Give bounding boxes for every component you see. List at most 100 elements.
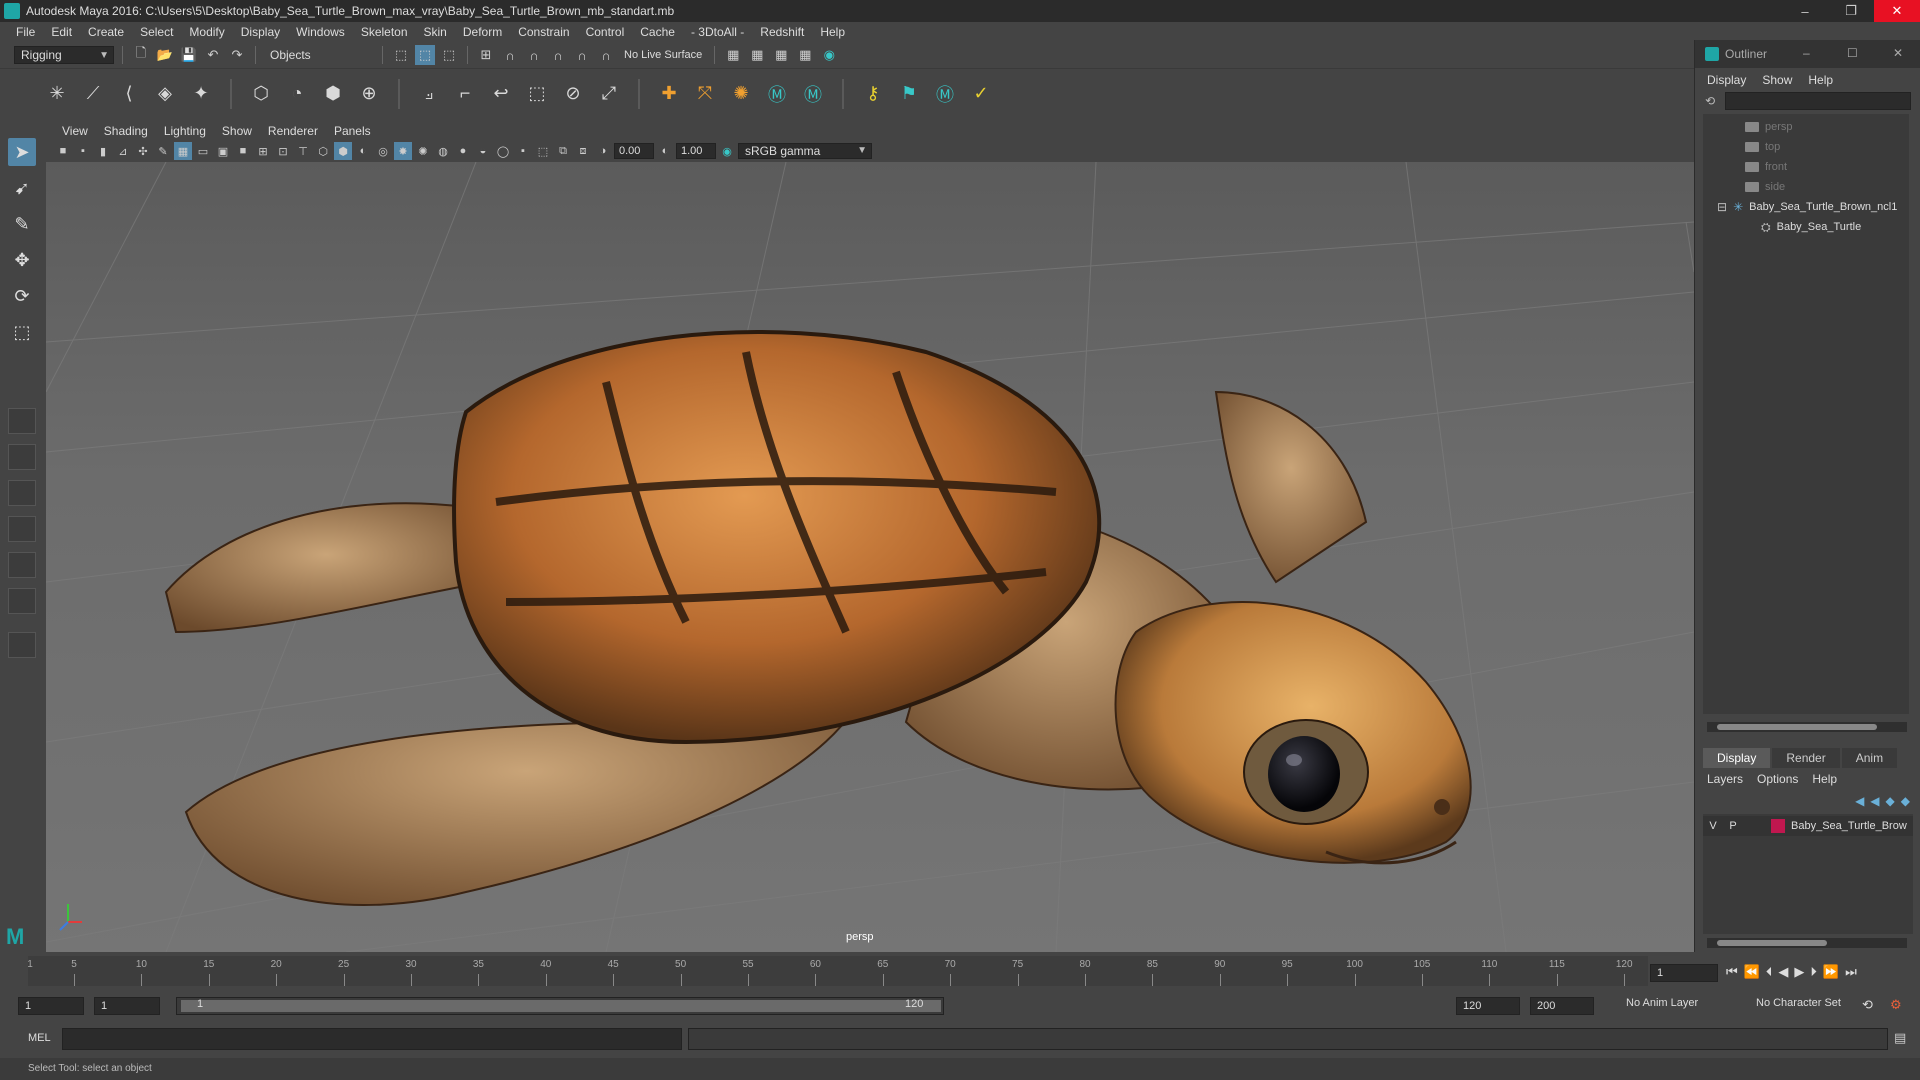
close-button[interactable]: ✕ bbox=[1874, 0, 1920, 22]
select-by-hierarchy-icon[interactable]: ⬚ bbox=[391, 45, 411, 65]
four-view-layout-icon[interactable] bbox=[8, 444, 36, 470]
menu-edit[interactable]: Edit bbox=[43, 25, 80, 39]
vp-menu-show[interactable]: Show bbox=[214, 124, 260, 138]
selection-mode-dropdown[interactable]: Objects bbox=[264, 46, 374, 64]
paint-weights-icon[interactable]: ◈ bbox=[152, 81, 178, 107]
menu-control[interactable]: Control bbox=[578, 25, 633, 39]
menu-deform[interactable]: Deform bbox=[455, 25, 510, 39]
outliner-horizontal-scrollbar[interactable] bbox=[1707, 722, 1907, 732]
command-input[interactable] bbox=[62, 1028, 682, 1050]
preferences-icon[interactable]: ⚙ bbox=[1890, 997, 1902, 1013]
menu-skin[interactable]: Skin bbox=[416, 25, 455, 39]
open-scene-icon[interactable]: 📂 bbox=[155, 45, 175, 65]
grease-pencil-icon[interactable]: ✎ bbox=[154, 142, 172, 160]
camera-icon[interactable]: ■ bbox=[54, 142, 72, 160]
vp-menu-renderer[interactable]: Renderer bbox=[260, 124, 326, 138]
outliner-item-turtle-group[interactable]: ⊟ ✳ Baby_Sea_Turtle_Brown_ncl1 bbox=[1703, 198, 1909, 216]
menu-create[interactable]: Create bbox=[80, 25, 132, 39]
menu-skeleton[interactable]: Skeleton bbox=[353, 25, 416, 39]
playback-start-field[interactable]: 1 bbox=[94, 997, 160, 1015]
outliner-close-button[interactable]: ✕ bbox=[1893, 46, 1903, 60]
script-editor-icon[interactable]: ▤ bbox=[1894, 1030, 1912, 1048]
menu-cache[interactable]: Cache bbox=[632, 25, 683, 39]
menu-windows[interactable]: Windows bbox=[288, 25, 353, 39]
ambient-occlusion-icon[interactable]: ◍ bbox=[434, 142, 452, 160]
nonlinear-icon[interactable]: ⊕ bbox=[356, 81, 382, 107]
render-view-icon[interactable]: ▦ bbox=[795, 45, 815, 65]
outliner-menu-show[interactable]: Show bbox=[1762, 73, 1800, 87]
menu-constrain[interactable]: Constrain bbox=[510, 25, 577, 39]
minimize-button[interactable]: – bbox=[1782, 0, 1828, 22]
vp-menu-view[interactable]: View bbox=[54, 124, 96, 138]
range-bar-fill[interactable] bbox=[181, 1000, 941, 1012]
mirror-weights-icon[interactable]: ⊘ bbox=[560, 81, 586, 107]
detach-skin-icon[interactable]: ⬚ bbox=[524, 81, 550, 107]
play-backward-icon[interactable]: ◀ bbox=[1778, 964, 1788, 980]
cluster-icon[interactable]: ◔ bbox=[284, 81, 310, 107]
exposure-icon[interactable]: ◑ bbox=[594, 142, 612, 160]
pose-icon[interactable]: ⚑ bbox=[896, 81, 922, 107]
outliner-search-input[interactable] bbox=[1725, 92, 1911, 110]
move-layer-up-icon[interactable]: ◀ bbox=[1855, 794, 1864, 808]
shadows-icon[interactable]: ✺ bbox=[414, 142, 432, 160]
checkmark-icon[interactable]: ✓ bbox=[968, 81, 994, 107]
tab-display[interactable]: Display bbox=[1703, 748, 1771, 768]
outliner-item-top[interactable]: top bbox=[1703, 138, 1909, 156]
2d-pan-icon[interactable]: ✣ bbox=[134, 142, 152, 160]
restore-button[interactable]: ❐ bbox=[1828, 0, 1874, 22]
menu-3dtoall[interactable]: - 3DtoAll - bbox=[683, 25, 752, 39]
new-scene-icon[interactable]: 🗋 bbox=[131, 45, 151, 65]
hik-character-icon[interactable]: Ⓜ bbox=[932, 81, 958, 107]
field-chart-icon[interactable]: ⊞ bbox=[254, 142, 272, 160]
character-icon[interactable]: Ⓜ bbox=[764, 81, 790, 107]
layer-menu-help[interactable]: Help bbox=[1812, 772, 1837, 786]
wireframe-icon[interactable]: ⬡ bbox=[314, 142, 332, 160]
go-to-end-icon[interactable]: ⏭ bbox=[1845, 964, 1857, 980]
layer-color-swatch[interactable] bbox=[1771, 819, 1785, 833]
resolution-gate-icon[interactable]: ▣ bbox=[214, 142, 232, 160]
snap-curve-icon[interactable]: ∩ bbox=[500, 45, 520, 65]
playback-end-field[interactable]: 120 bbox=[1456, 997, 1520, 1015]
redo-icon[interactable]: ↷ bbox=[227, 45, 247, 65]
outliner-menu-help[interactable]: Help bbox=[1808, 73, 1841, 87]
exposure-field[interactable]: 0.00 bbox=[614, 143, 654, 159]
character-set-icon[interactable]: Ⓜ bbox=[800, 81, 826, 107]
3d-viewport[interactable]: persp bbox=[46, 162, 1694, 952]
time-ruler[interactable]: 1 5 10 15 20 25 30 35 40 45 50 55 60 65 70 75 80 85 90 95 1… bbox=[27, 956, 1648, 986]
snap-view-icon[interactable]: ∩ bbox=[548, 45, 568, 65]
gate-mask-icon[interactable]: ■ bbox=[234, 142, 252, 160]
menu-redshift[interactable]: Redshift bbox=[752, 25, 812, 39]
ipr-render-icon[interactable]: ▦ bbox=[771, 45, 791, 65]
render-frame-icon[interactable]: ▦ bbox=[747, 45, 767, 65]
menu-select[interactable]: Select bbox=[132, 25, 181, 39]
animation-end-field[interactable]: 200 bbox=[1530, 997, 1594, 1015]
character-set-dropdown[interactable]: No Character Set bbox=[1756, 997, 1841, 1009]
range-bar[interactable]: 1 120 bbox=[176, 997, 944, 1015]
step-forward-key-icon[interactable]: ⏵ bbox=[1810, 964, 1817, 980]
menu-modify[interactable]: Modify bbox=[181, 25, 232, 39]
save-scene-icon[interactable]: 💾 bbox=[179, 45, 199, 65]
hik-icon[interactable]: ✦ bbox=[188, 81, 214, 107]
aim-constraint-icon[interactable]: ⤧ bbox=[692, 81, 718, 107]
grid-toggle-icon[interactable]: ▦ bbox=[174, 142, 192, 160]
outliner-item-turtle-mesh[interactable]: ⛭ Baby_Sea_Turtle bbox=[1703, 218, 1909, 236]
menuset-dropdown[interactable]: Rigging ▼ bbox=[14, 46, 114, 64]
undo-icon[interactable]: ↶ bbox=[203, 45, 223, 65]
create-joint-icon[interactable]: ✳ bbox=[44, 81, 70, 107]
snap-surface-icon[interactable]: ∩ bbox=[572, 45, 592, 65]
wrap-icon[interactable]: ⬢ bbox=[320, 81, 346, 107]
step-back-key-icon[interactable]: ⏴ bbox=[1766, 964, 1773, 980]
layer-visibility-toggle[interactable]: V bbox=[1703, 820, 1723, 832]
outliner-item-persp[interactable]: persp bbox=[1703, 118, 1909, 136]
key-icon[interactable]: ⚷ bbox=[860, 81, 886, 107]
scrollbar-thumb[interactable] bbox=[1717, 724, 1877, 730]
magnet-icon[interactable]: ∩ bbox=[596, 45, 616, 65]
mel-label[interactable]: MEL bbox=[28, 1032, 51, 1044]
outliner-refresh-icon[interactable]: ⟲ bbox=[1705, 94, 1715, 108]
snap-grid-icon[interactable]: ⊞ bbox=[476, 45, 496, 65]
point-constraint-icon[interactable]: ✚ bbox=[656, 81, 682, 107]
menu-file[interactable]: File bbox=[8, 25, 43, 39]
layer-row[interactable]: V P Baby_Sea_Turtle_Brow bbox=[1703, 816, 1913, 836]
tab-render[interactable]: Render bbox=[1772, 748, 1840, 768]
select-by-object-icon[interactable]: ⬚ bbox=[415, 45, 435, 65]
